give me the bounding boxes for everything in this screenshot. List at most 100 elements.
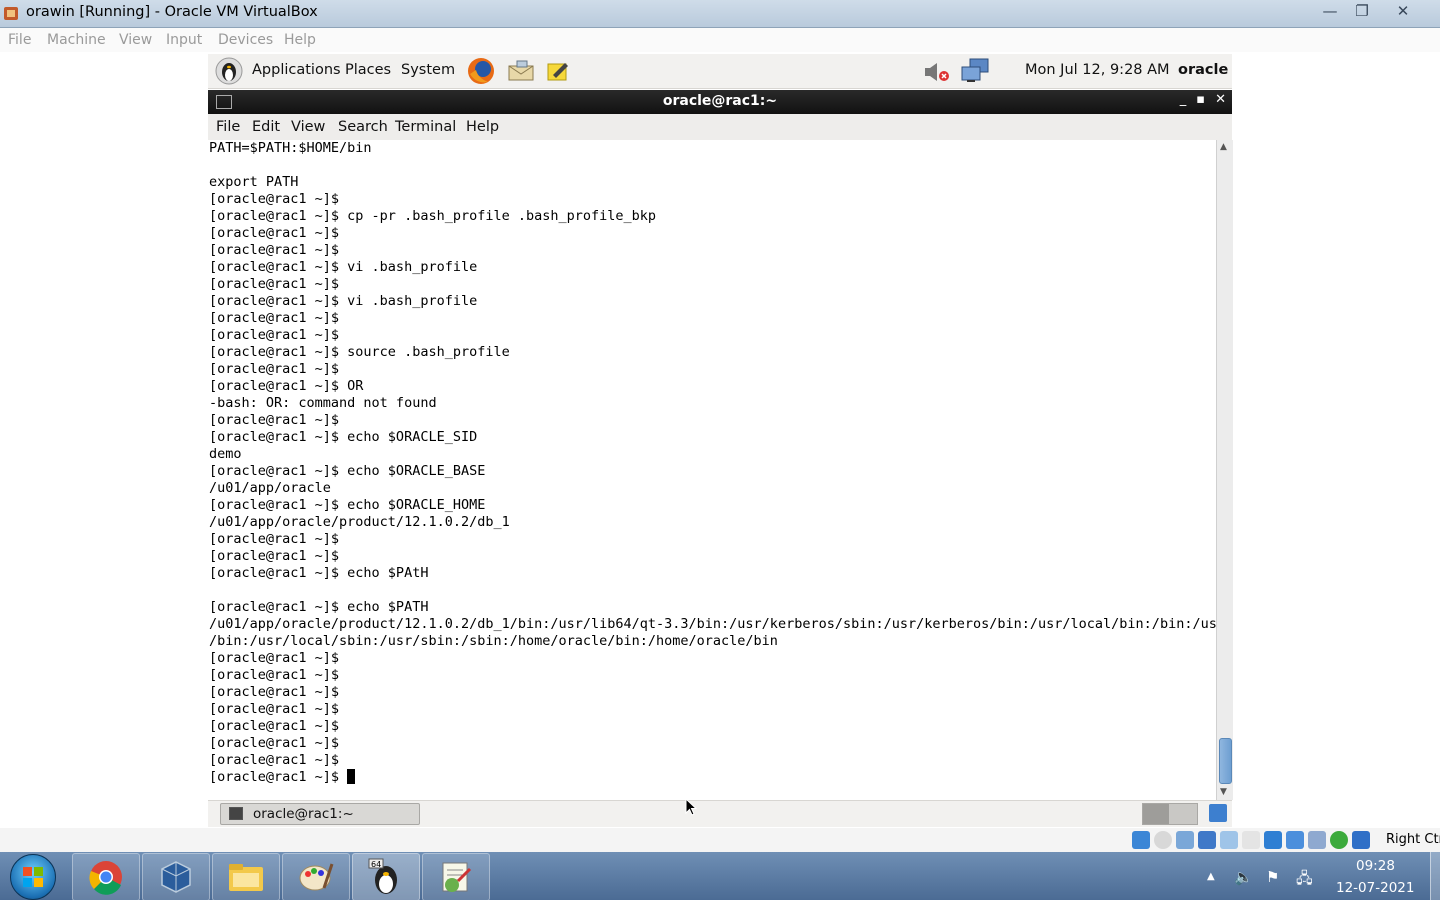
terminal-line: [oracle@rac1 ~]$ — [209, 242, 340, 258]
terminal-line: [oracle@rac1 ~]$ — [209, 191, 340, 207]
paint-taskbar-button[interactable] — [282, 853, 350, 901]
mail-icon[interactable] — [507, 60, 535, 86]
panel-user-menu[interactable]: oracle — [1178, 62, 1228, 78]
menu-help[interactable]: Help — [284, 32, 316, 48]
terminal-line: [oracle@rac1 ~]$ — [209, 276, 340, 292]
terminal-line: [oracle@rac1 ~]$ — [209, 310, 340, 326]
paint-icon — [299, 863, 334, 891]
terminal-menu-file[interactable]: File — [216, 119, 240, 135]
notepad-icon — [442, 862, 472, 892]
guest-additions-icon[interactable] — [1330, 831, 1348, 849]
terminal-line: -bash: OR: command not found — [209, 395, 437, 411]
terminal-window: oracle@rac1:~ _ ▪ ✕ File Edit View Searc… — [208, 90, 1233, 800]
terminal-cursor — [347, 769, 356, 784]
speaker-icon[interactable]: 🔈 — [1234, 868, 1253, 886]
terminal-line: [oracle@rac1 ~]$ — [209, 684, 340, 700]
terminal-line: [oracle@rac1 ~]$ — [209, 548, 340, 564]
menu-view[interactable]: View — [119, 32, 152, 48]
terminal-line: /u01/app/oracle/product/12.1.0.2/db_1/bi… — [209, 616, 1216, 632]
menu-machine[interactable]: Machine — [47, 32, 106, 48]
host-key-arrow-icon[interactable] — [1352, 831, 1370, 849]
terminal-line: [oracle@rac1 ~]$ vi .bash_profile — [209, 293, 478, 309]
linux-vm-icon: 64 — [368, 858, 397, 894]
file-explorer-icon — [229, 864, 263, 891]
terminal-title: oracle@rac1:~ — [662, 93, 778, 109]
terminal-prompt-line: [oracle@rac1 ~]$ — [209, 769, 1216, 786]
gnome-foot-icon[interactable] — [214, 56, 244, 90]
terminal-line: [oracle@rac1 ~]$ echo $PAtH — [209, 565, 429, 581]
optical-drive-icon[interactable] — [1132, 831, 1150, 849]
terminal-title-bar[interactable]: oracle@rac1:~ _ ▪ ✕ — [208, 90, 1232, 114]
terminal-menu-terminal[interactable]: Terminal — [395, 119, 456, 135]
network-icon[interactable] — [960, 58, 992, 88]
terminal-line: [oracle@rac1 ~]$ echo $ORACLE_HOME — [209, 497, 486, 513]
terminal-maximize-button[interactable]: ▪ — [1196, 92, 1205, 107]
chrome-taskbar-button[interactable] — [72, 853, 140, 901]
show-hidden-icons-icon[interactable]: ▲ — [1207, 871, 1215, 882]
linux-vm-taskbar-button[interactable]: 64 — [352, 853, 420, 901]
show-desktop-button[interactable] — [1430, 852, 1440, 900]
usb-icon[interactable] — [1198, 831, 1216, 849]
applications-menu[interactable]: Applications — [252, 62, 341, 78]
scroll-down-arrow-icon[interactable]: ▼ — [1220, 787, 1227, 797]
terminal-minimize-button[interactable]: _ — [1180, 92, 1187, 107]
terminal-output: PATH=$PATH:$HOME/bin export PATH [oracle@… — [208, 140, 1216, 786]
places-menu[interactable]: Places — [345, 62, 391, 78]
notepad-taskbar-button[interactable] — [422, 853, 490, 901]
terminal-line: [oracle@rac1 ~]$ — [209, 327, 340, 343]
terminal-line: [oracle@rac1 ~]$ OR — [209, 378, 364, 394]
workspace-1[interactable] — [1143, 804, 1169, 824]
terminal-line: [oracle@rac1 ~]$ — [209, 718, 340, 734]
terminal-line: [oracle@rac1 ~]$ — [209, 361, 340, 377]
scroll-up-arrow-icon[interactable]: ▲ — [1220, 142, 1227, 152]
terminal-menu-edit[interactable]: Edit — [252, 119, 280, 135]
system-menu[interactable]: System — [401, 62, 455, 78]
virtualbox-taskbar-button[interactable] — [142, 853, 210, 901]
windows-logo-icon — [23, 867, 43, 887]
workspace-switcher[interactable] — [1142, 803, 1198, 825]
trash-icon[interactable] — [1209, 804, 1227, 822]
file-explorer-taskbar-button[interactable] — [212, 853, 280, 901]
panel-clock[interactable]: Mon Jul 12, 9:28 AM — [1025, 62, 1170, 78]
terminal-line: /u01/app/oracle/product/12.1.0.2/db_1 — [209, 514, 510, 530]
menu-input[interactable]: Input — [166, 32, 202, 48]
menu-file[interactable]: File — [8, 32, 31, 48]
chrome-icon — [89, 861, 122, 895]
menu-devices[interactable]: Devices — [218, 32, 273, 48]
close-button[interactable]: ✕ — [1378, 0, 1428, 22]
network-tray-icon[interactable]: 🖧 — [1296, 868, 1313, 893]
taskbar-terminal-label: oracle@rac1:~ — [253, 806, 354, 822]
terminal-menu-view[interactable]: View — [291, 119, 325, 135]
terminal-line: [oracle@rac1 ~]$ — [209, 701, 340, 717]
action-center-flag-icon[interactable]: ⚑ — [1266, 868, 1279, 886]
start-button[interactable] — [10, 854, 56, 900]
terminal-menu-search[interactable]: Search — [338, 119, 388, 135]
terminal-screen[interactable]: PATH=$PATH:$HOME/bin export PATH [oracle@… — [208, 140, 1216, 800]
volume-muted-icon[interactable] — [922, 60, 952, 88]
mouse-pointer-icon — [685, 797, 698, 820]
shared-folders-icon[interactable] — [1220, 831, 1238, 849]
scrollbar-thumb[interactable] — [1219, 738, 1232, 784]
virtualbox-icon — [161, 861, 191, 893]
terminal-close-button[interactable]: ✕ — [1215, 92, 1226, 107]
tray-clock-date[interactable]: 12-07-2021 — [1336, 880, 1414, 896]
minimize-button[interactable]: — — [1314, 0, 1346, 22]
text-editor-icon[interactable] — [547, 60, 569, 86]
terminal-line: [oracle@rac1 ~]$ — [209, 225, 340, 241]
mouse-integration-icon[interactable] — [1308, 831, 1326, 849]
maximize-button[interactable]: ❐ — [1346, 0, 1378, 22]
network-adapter-icon[interactable] — [1176, 831, 1194, 849]
firefox-icon[interactable] — [466, 56, 496, 90]
audio-icon[interactable] — [1154, 831, 1172, 849]
terminal-menu-help[interactable]: Help — [466, 119, 499, 135]
terminal-line: demo — [209, 446, 242, 462]
terminal-line: [oracle@rac1 ~]$ echo $ORACLE_BASE — [209, 463, 486, 479]
taskbar-terminal-button[interactable]: oracle@rac1:~ — [220, 803, 420, 825]
terminal-icon — [229, 807, 243, 820]
video-capture-icon[interactable] — [1264, 831, 1282, 849]
virtualization-icon[interactable] — [1286, 831, 1304, 849]
terminal-scrollbar[interactable]: ▲ ▼ — [1216, 140, 1233, 800]
terminal-line: export PATH — [209, 174, 299, 190]
tray-clock-time[interactable]: 09:28 — [1356, 858, 1395, 874]
display-icon[interactable] — [1242, 831, 1260, 849]
